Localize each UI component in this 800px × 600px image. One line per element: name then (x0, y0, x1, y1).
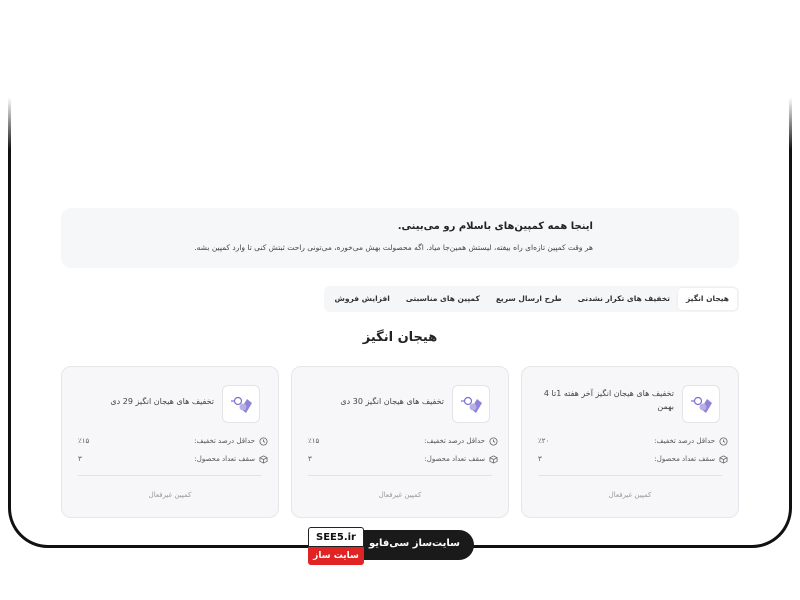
campaign-card[interactable]: تخفیف های هیجان انگیز 30 دی حداقل درصد ت… (291, 366, 509, 518)
min-discount-label: حداقل درصد تخفیف: (424, 437, 485, 445)
max-products-row: سقف تعداد محصول: ۳ (538, 453, 728, 465)
info-box: اینجا همه کمپین‌های باسلام رو می‌بینی. ه… (61, 208, 739, 268)
min-discount-value: ٪۲۰ (538, 437, 550, 445)
box-icon (719, 454, 728, 464)
max-products-value: ۳ (308, 455, 312, 463)
tab-unrepeatable-discounts[interactable]: تخفیف های تکرار نشدنی (570, 288, 678, 310)
min-discount-row: حداقل درصد تخفیف: ٪۱۵ (78, 435, 268, 447)
clock-icon (719, 436, 728, 446)
card-title: تخفیف های هیجان انگیز 29 دی (110, 397, 214, 406)
discount-icon (452, 385, 490, 423)
card-divider (538, 475, 722, 476)
max-products-row: سقف تعداد محصول: ۳ (308, 453, 498, 465)
card-divider (78, 475, 262, 476)
min-discount-row: حداقل درصد تخفیف: ٪۱۵ (308, 435, 498, 447)
box-icon (259, 454, 268, 464)
min-discount-row: حداقل درصد تخفیف: ٪۲۰ (538, 435, 728, 447)
discount-icon (222, 385, 260, 423)
max-products-row: سقف تعداد محصول: ۳ (78, 453, 268, 465)
card-status: کمپین غیرفعال (608, 491, 652, 499)
box-icon (489, 454, 498, 464)
max-products-value: ۳ (538, 455, 542, 463)
card-title: تخفیف های هیجان انگیز آخر هفته 1تا 4 بهم… (543, 389, 674, 411)
campaign-card[interactable]: تخفیف های هیجان انگیز آخر هفته 1تا 4 بهم… (521, 366, 739, 518)
tab-occasional-campaigns[interactable]: کمپین های مناسبتی (398, 288, 488, 310)
max-products-value: ۳ (78, 455, 82, 463)
top-fade (0, 0, 800, 150)
card-divider (308, 475, 492, 476)
card-status: کمپین غیرفعال (378, 491, 422, 499)
logo-top-text: SEE5.ir (308, 527, 364, 547)
tab-exciting[interactable]: هیجان انگیز (678, 288, 737, 310)
card-title: تخفیف های هیجان انگیز 30 دی (340, 397, 444, 406)
campaign-tabs: هیجان انگیز تخفیف های تکرار نشدنی طرح ار… (324, 286, 739, 312)
info-title: اینجا همه کمپین‌های باسلام رو می‌بینی. (397, 221, 593, 232)
max-products-label: سقف تعداد محصول: (194, 455, 255, 463)
min-discount-label: حداقل درصد تخفیف: (654, 437, 715, 445)
min-discount-value: ٪۱۵ (78, 437, 90, 445)
logo-bottom-text: سایت ساز (308, 547, 364, 565)
watermark-text: سایت‌ساز سی‌فایو (368, 538, 460, 549)
campaign-card[interactable]: تخفیف های هیجان انگیز 29 دی حداقل درصد ت… (61, 366, 279, 518)
watermark-logo: SEE5.ir سایت ساز (308, 527, 364, 567)
tab-increase-sales[interactable]: افزایش فروش (326, 288, 397, 310)
max-products-label: سقف تعداد محصول: (654, 455, 715, 463)
max-products-label: سقف تعداد محصول: (424, 455, 485, 463)
info-description: هر وقت کمپین تازه‌ای راه بیفته، لیستش هم… (194, 243, 593, 252)
clock-icon (259, 436, 268, 446)
discount-icon (682, 385, 720, 423)
clock-icon (489, 436, 498, 446)
min-discount-label: حداقل درصد تخفیف: (194, 437, 255, 445)
campaign-cards: تخفیف های هیجان انگیز آخر هفته 1تا 4 بهم… (61, 366, 739, 518)
card-status: کمپین غیرفعال (148, 491, 192, 499)
tab-fast-shipping[interactable]: طرح ارسال سریع (488, 288, 570, 310)
section-title: هیجان انگیز (362, 330, 438, 345)
min-discount-value: ٪۱۵ (308, 437, 320, 445)
